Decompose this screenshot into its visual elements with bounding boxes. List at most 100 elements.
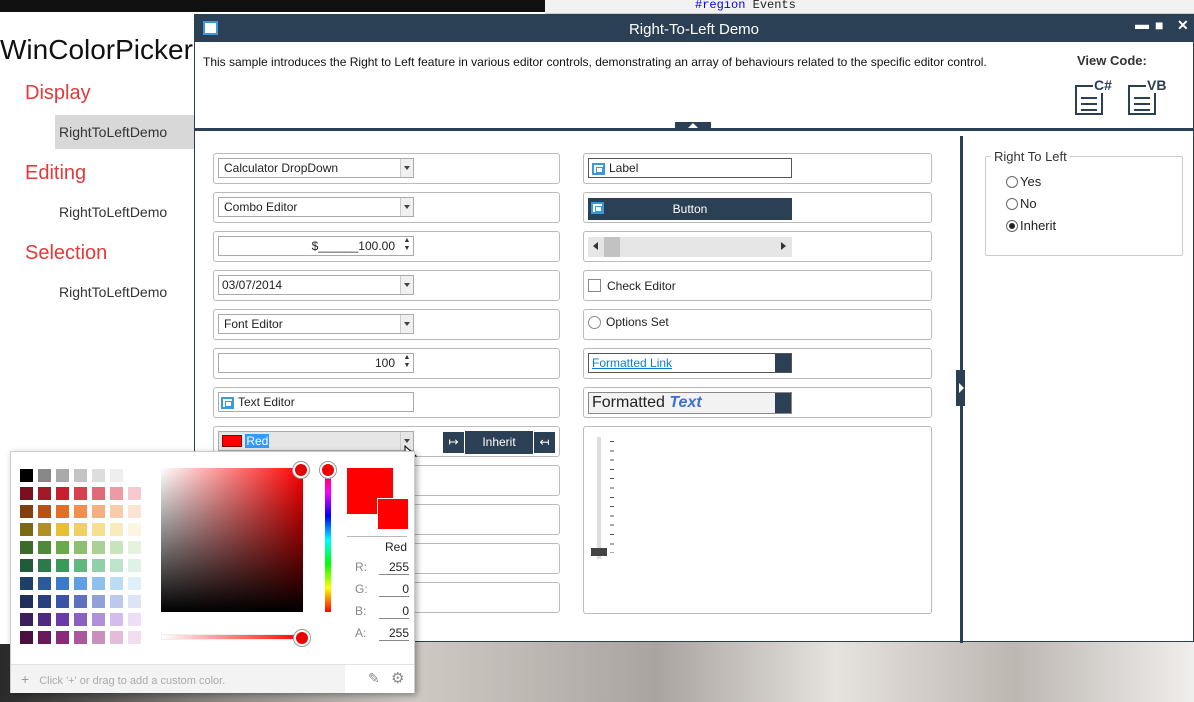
numeric-editor[interactable]: 100 ▲ ▼ <box>218 353 414 373</box>
palette-swatch[interactable] <box>19 540 34 555</box>
palette-swatch[interactable] <box>73 468 88 483</box>
palette-swatch[interactable] <box>127 522 142 537</box>
scroll-thumb[interactable] <box>604 237 620 257</box>
combo-editor[interactable]: Combo Editor <box>218 197 414 217</box>
nav-item-selection-rtl-demo[interactable]: RightToLeftDemo <box>55 275 195 309</box>
green-value-input[interactable]: 0 <box>379 582 409 597</box>
close-icon[interactable]: ✕ <box>1177 17 1189 34</box>
check-editor-label[interactable]: Check Editor <box>607 279 676 293</box>
palette-swatch[interactable] <box>109 612 124 627</box>
red-value-input[interactable]: 255 <box>379 560 409 575</box>
csharp-code-button[interactable]: C# <box>1075 77 1115 115</box>
chevron-down-icon[interactable] <box>400 315 413 333</box>
palette-swatch[interactable] <box>55 522 70 537</box>
radio-yes[interactable] <box>1006 176 1018 188</box>
palette-swatch[interactable] <box>109 540 124 555</box>
description-splitter[interactable] <box>195 122 1193 131</box>
palette-swatch[interactable] <box>127 540 142 555</box>
alpha-value-input[interactable]: 255 <box>379 626 409 641</box>
palette-swatch[interactable] <box>73 594 88 609</box>
palette-swatch[interactable] <box>73 630 88 645</box>
palette-swatch[interactable] <box>37 630 52 645</box>
palette-swatch[interactable] <box>37 558 52 573</box>
palette-swatch[interactable] <box>91 486 106 501</box>
palette-swatch[interactable] <box>73 576 88 591</box>
palette-swatch[interactable] <box>91 540 106 555</box>
palette-swatch[interactable] <box>19 558 34 573</box>
palette-swatch[interactable] <box>109 558 124 573</box>
link-dropdown-button[interactable] <box>775 354 791 372</box>
radio-no[interactable] <box>1006 198 1018 210</box>
palette-swatch[interactable] <box>73 504 88 519</box>
palette-swatch[interactable] <box>37 576 52 591</box>
palette-swatch[interactable] <box>91 522 106 537</box>
hue-slider[interactable] <box>325 468 331 612</box>
font-editor[interactable]: Font Editor <box>218 314 414 334</box>
saturation-knob[interactable] <box>293 462 309 478</box>
palette-swatch[interactable] <box>109 630 124 645</box>
palette-swatch[interactable] <box>73 558 88 573</box>
palette-swatch[interactable] <box>37 594 52 609</box>
palette-swatch[interactable] <box>127 594 142 609</box>
palette-swatch[interactable] <box>19 630 34 645</box>
palette-swatch[interactable] <box>19 612 34 627</box>
palette-swatch[interactable] <box>73 486 88 501</box>
palette-swatch[interactable] <box>91 468 106 483</box>
chevron-down-icon[interactable] <box>400 198 413 216</box>
palette-swatch[interactable] <box>55 630 70 645</box>
palette-swatch[interactable] <box>127 486 142 501</box>
palette-swatch[interactable] <box>55 558 70 573</box>
palette-swatch[interactable] <box>19 576 34 591</box>
palette-swatch[interactable] <box>37 486 52 501</box>
palette-swatch[interactable] <box>55 540 70 555</box>
palette-swatch[interactable] <box>19 522 34 537</box>
palette-swatch[interactable] <box>127 468 142 483</box>
palette-swatch[interactable] <box>73 522 88 537</box>
nav-item-display-rtl-demo[interactable]: RightToLeftDemo <box>55 115 195 149</box>
window-titlebar[interactable]: Right-To-Left Demo ▬ ■ ✕ <box>195 15 1193 42</box>
collapse-up-icon[interactable] <box>675 122 711 130</box>
hue-knob[interactable] <box>320 462 336 478</box>
horizontal-scrollbar[interactable] <box>588 237 792 257</box>
palette-swatch[interactable] <box>127 504 142 519</box>
scroll-right-icon[interactable] <box>781 242 786 250</box>
palette-swatch[interactable] <box>91 576 106 591</box>
palette-swatch[interactable] <box>91 594 106 609</box>
palette-swatch[interactable] <box>127 630 142 645</box>
blue-value-input[interactable]: 0 <box>379 604 409 619</box>
palette-swatch[interactable] <box>55 576 70 591</box>
collapse-right-icon[interactable] <box>956 370 965 406</box>
spin-arrows-icon[interactable]: ▲ ▼ <box>401 354 413 372</box>
check-editor-box[interactable] <box>588 279 601 292</box>
gear-icon[interactable]: ⚙ <box>391 669 404 687</box>
trackbar-track[interactable] <box>597 437 601 559</box>
rtl-inherit-button[interactable]: Inherit <box>465 431 533 454</box>
date-time-editor[interactable]: 03/07/2014 <box>218 275 414 295</box>
palette-swatch[interactable] <box>37 468 52 483</box>
eyedropper-icon[interactable]: ✎ <box>368 670 380 687</box>
trackbar-thumb[interactable] <box>591 548 607 556</box>
options-splitter[interactable] <box>956 136 965 643</box>
palette-swatch[interactable] <box>109 486 124 501</box>
custom-color-area[interactable]: + Click '+' or drag to add a custom color… <box>11 665 345 693</box>
palette-swatch[interactable] <box>55 468 70 483</box>
palette-swatch[interactable] <box>91 558 106 573</box>
formatted-text-button[interactable] <box>775 393 791 413</box>
palette-swatch[interactable] <box>37 612 52 627</box>
palette-swatch[interactable] <box>19 594 34 609</box>
alpha-slider[interactable] <box>161 634 303 640</box>
palette-swatch[interactable] <box>127 576 142 591</box>
scroll-left-icon[interactable] <box>593 242 598 250</box>
palette-swatch[interactable] <box>91 630 106 645</box>
rtl-option-inherit[interactable]: Inherit <box>1006 218 1056 233</box>
palette-swatch[interactable] <box>73 540 88 555</box>
palette-swatch[interactable] <box>127 558 142 573</box>
alpha-knob[interactable] <box>294 630 310 646</box>
palette-swatch[interactable] <box>55 594 70 609</box>
palette-swatch[interactable] <box>37 522 52 537</box>
palette-swatch[interactable] <box>127 612 142 627</box>
chevron-down-icon[interactable] <box>400 276 413 294</box>
rtl-option-yes[interactable]: Yes <box>1006 174 1041 189</box>
palette-swatch[interactable] <box>37 540 52 555</box>
currency-editor[interactable]: $______100.00 ▲ ▼ <box>218 236 414 256</box>
